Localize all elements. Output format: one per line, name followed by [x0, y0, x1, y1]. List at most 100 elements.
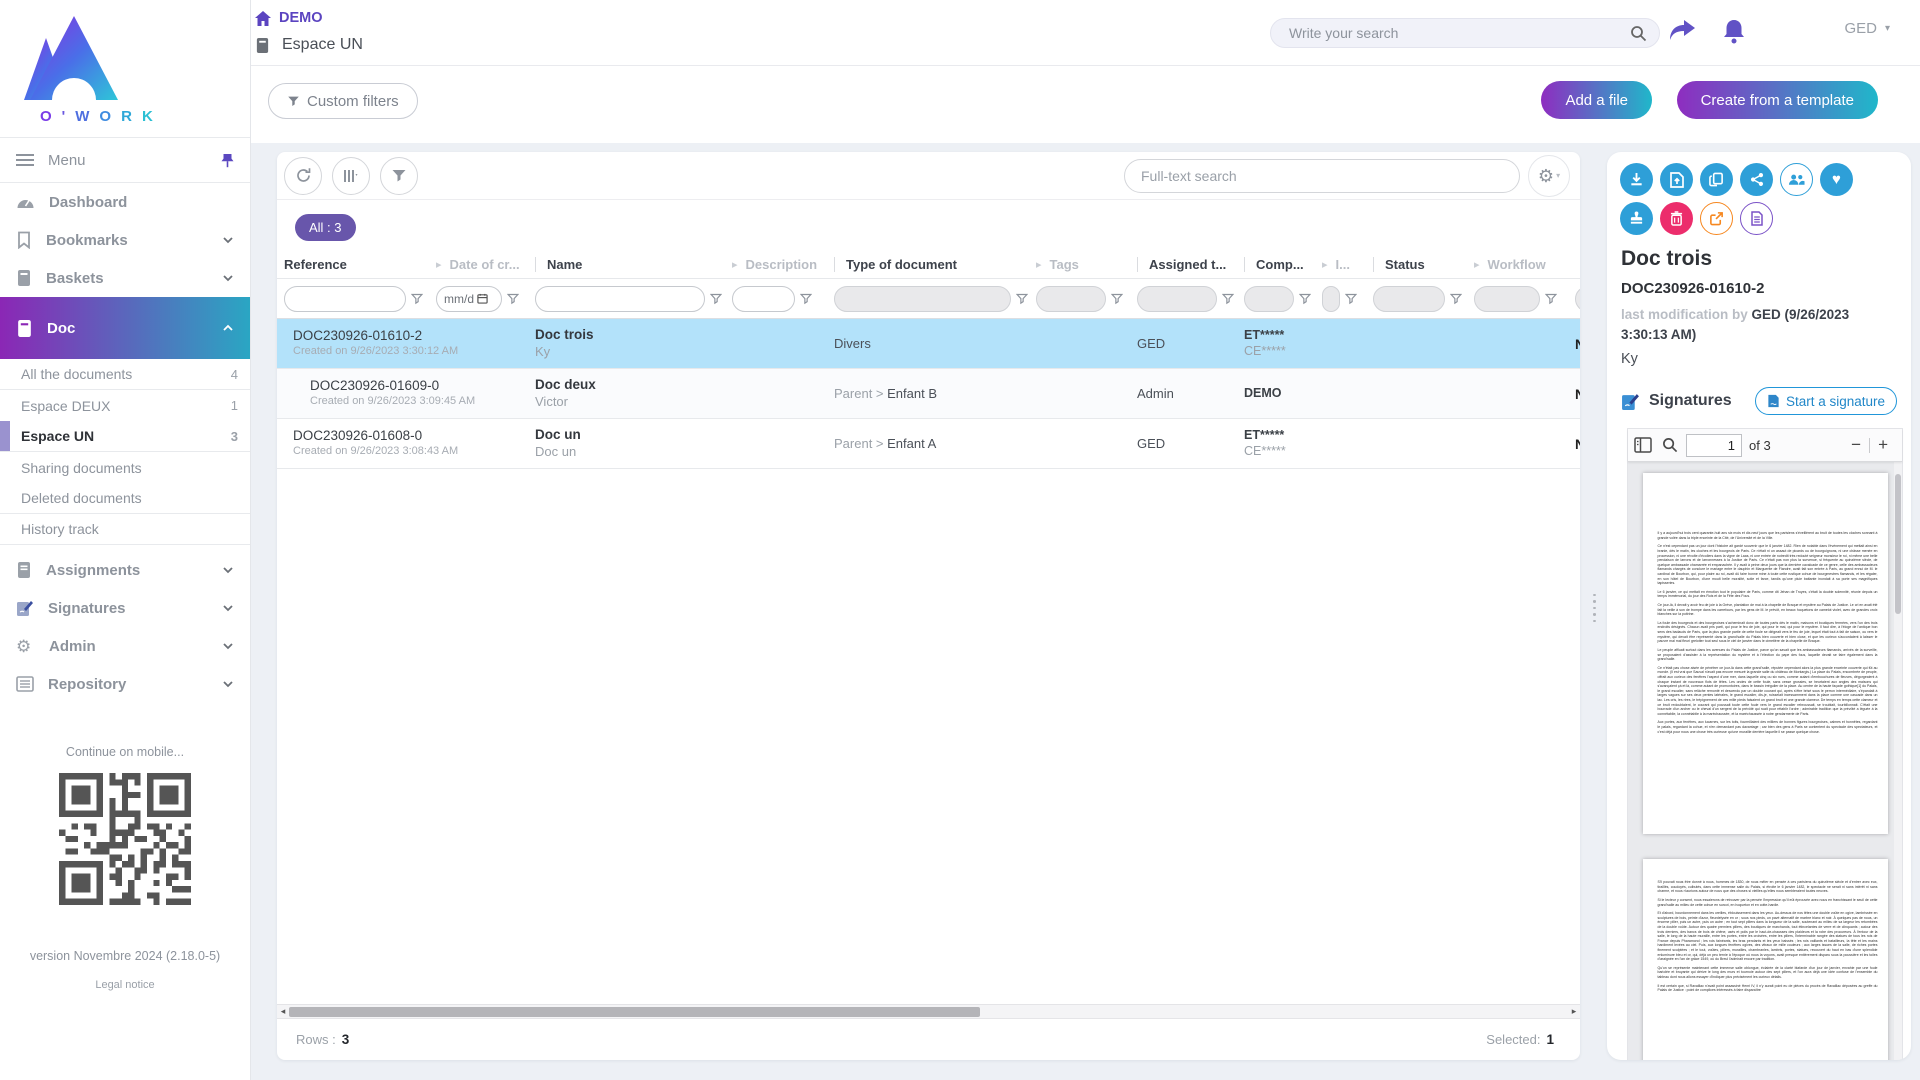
- notifications-button[interactable]: [1722, 18, 1752, 48]
- funnel-icon[interactable]: [1545, 293, 1557, 305]
- pdf-pages-area[interactable]: Il y a aujourd'hui trois cent quarante-h…: [1628, 462, 1902, 1060]
- start-signature-button[interactable]: Start a signature: [1755, 387, 1897, 415]
- column-header-i[interactable]: ▸I...: [1322, 251, 1373, 278]
- funnel-icon[interactable]: [1299, 293, 1311, 305]
- table-settings-button[interactable]: ⚙ ▾: [1528, 155, 1570, 197]
- funnel-icon[interactable]: [411, 293, 423, 305]
- sidebar-item-dashboard[interactable]: Dashboard: [0, 183, 250, 221]
- column-header-type[interactable]: Type of document: [834, 251, 1036, 278]
- pin-icon[interactable]: [221, 153, 234, 168]
- y-filter-select[interactable]: [1575, 286, 1580, 312]
- column-header-date[interactable]: ▸Date of cr...: [436, 251, 535, 278]
- filter-button[interactable]: [380, 157, 418, 195]
- columns-button[interactable]: [332, 157, 370, 195]
- funnel-icon[interactable]: [1222, 293, 1234, 305]
- date-filter-input[interactable]: mm/d: [436, 286, 502, 312]
- sidebar-item-all-documents[interactable]: All the documents 4: [0, 359, 250, 390]
- sidebar-item-baskets[interactable]: Baskets: [0, 259, 250, 297]
- menu-toggle[interactable]: Menu: [0, 137, 250, 183]
- funnel-icon[interactable]: [1111, 293, 1123, 305]
- sidebar-toggle-icon[interactable]: [1634, 437, 1652, 453]
- legal-notice-link[interactable]: Legal notice: [0, 979, 250, 991]
- pdf-vertical-scrollbar[interactable]: [1894, 462, 1902, 1060]
- add-file-button[interactable]: Add a file: [1541, 81, 1652, 119]
- document-preview-button[interactable]: [1740, 202, 1773, 235]
- sidebar-item-doc[interactable]: Doc: [0, 297, 250, 359]
- share-shortcut-button[interactable]: [1668, 18, 1698, 48]
- download-button[interactable]: [1620, 163, 1653, 196]
- book-icon: [255, 37, 270, 54]
- sidebar-item-bookmarks[interactable]: Bookmarks: [0, 221, 250, 259]
- panel-resize-handle[interactable]: [1591, 594, 1597, 622]
- all-count-badge[interactable]: All : 3: [295, 214, 356, 241]
- sidebar-item-sharing-documents[interactable]: Sharing documents: [0, 452, 250, 483]
- column-header-description[interactable]: ▸Description: [732, 251, 834, 278]
- sidebar-item-admin[interactable]: ⚙ Admin: [0, 627, 250, 665]
- zoom-out-button[interactable]: −: [1843, 435, 1869, 455]
- open-external-button[interactable]: [1700, 202, 1733, 235]
- company-filter-select[interactable]: [1244, 286, 1294, 312]
- name-filter-input[interactable]: [536, 287, 704, 311]
- column-header-tags[interactable]: ▸Tags: [1036, 251, 1137, 278]
- column-header-assigned[interactable]: Assigned t...: [1137, 251, 1244, 278]
- user-menu[interactable]: GED ▾: [1844, 20, 1890, 37]
- funnel-icon[interactable]: [507, 293, 519, 305]
- workflow-filter-select[interactable]: [1474, 286, 1540, 312]
- reference-filter-input[interactable]: [285, 287, 405, 311]
- search-icon[interactable]: [1630, 25, 1647, 42]
- pdf-page-1: Il y a aujourd'hui trois cent quarante-h…: [1643, 473, 1888, 834]
- copy-button[interactable]: [1700, 163, 1733, 196]
- global-search[interactable]: [1270, 18, 1660, 48]
- sidebar-item-assignments[interactable]: Assignments: [0, 551, 250, 589]
- type-filter-select[interactable]: [834, 286, 1011, 312]
- share-button[interactable]: [1740, 163, 1773, 196]
- funnel-icon[interactable]: [800, 293, 812, 305]
- refresh-button[interactable]: [284, 157, 322, 195]
- column-header-y[interactable]: Y...: [1575, 251, 1580, 278]
- search-icon[interactable]: [1662, 437, 1678, 453]
- sidebar-item-espace-un[interactable]: Espace UN 3: [0, 421, 250, 452]
- column-header-name[interactable]: Name: [535, 251, 732, 278]
- global-search-input[interactable]: [1289, 25, 1630, 41]
- sidebar-item-signatures[interactable]: Signatures: [0, 589, 250, 627]
- sidebar-item-repository[interactable]: Repository: [0, 665, 250, 703]
- table-horizontal-scrollbar[interactable]: ◂ ▸: [277, 1004, 1580, 1018]
- sidebar-item-deleted-documents[interactable]: Deleted documents: [0, 483, 250, 514]
- i-filter-select[interactable]: [1322, 286, 1340, 312]
- description-filter-input[interactable]: [733, 287, 794, 311]
- sidebar-item-espace-deux[interactable]: Espace DEUX 1: [0, 390, 250, 421]
- column-header-workflow[interactable]: ▸Workflow: [1474, 251, 1575, 278]
- funnel-icon[interactable]: [1450, 293, 1462, 305]
- funnel-icon[interactable]: [710, 293, 722, 305]
- assigned-filter-select[interactable]: [1137, 286, 1217, 312]
- funnel-icon[interactable]: [1345, 293, 1357, 305]
- scroll-right-icon[interactable]: ▸: [1568, 1006, 1580, 1017]
- stamp-button[interactable]: [1620, 202, 1653, 235]
- dashboard-icon: [16, 194, 35, 211]
- sort-arrow-icon: ▸: [436, 258, 442, 271]
- scrollbar-thumb[interactable]: [1895, 474, 1901, 614]
- column-header-reference[interactable]: Reference: [284, 251, 436, 278]
- fulltext-search[interactable]: [1124, 159, 1520, 193]
- upload-version-button[interactable]: [1660, 163, 1693, 196]
- table-row[interactable]: PDF DOC230926-01608-0 Created on 9/26/20…: [277, 419, 1580, 469]
- breadcrumb-home[interactable]: DEMO: [255, 10, 323, 26]
- column-header-status[interactable]: Status: [1373, 251, 1474, 278]
- permissions-button[interactable]: [1780, 163, 1813, 196]
- create-from-template-button[interactable]: Create from a template: [1677, 81, 1878, 119]
- table-row[interactable]: w DOC230926-01609-0 Created on 9/26/2023…: [277, 369, 1580, 419]
- delete-button[interactable]: [1660, 202, 1693, 235]
- favorite-button[interactable]: ♥: [1820, 163, 1853, 196]
- zoom-in-button[interactable]: +: [1870, 435, 1896, 455]
- tags-filter-select[interactable]: [1036, 286, 1106, 312]
- page-number-input[interactable]: [1686, 434, 1742, 457]
- fulltext-search-input[interactable]: [1141, 168, 1503, 184]
- status-filter-select[interactable]: [1373, 286, 1445, 312]
- scroll-left-icon[interactable]: ◂: [277, 1006, 289, 1017]
- sidebar-item-history-track[interactable]: History track: [0, 514, 250, 545]
- column-header-company[interactable]: Comp...: [1244, 251, 1322, 278]
- funnel-icon[interactable]: [1016, 293, 1028, 305]
- scrollbar-thumb[interactable]: [289, 1007, 980, 1017]
- custom-filters-button[interactable]: Custom filters: [268, 83, 418, 119]
- table-row[interactable]: PDF DOC230926-01610-2 Created on 9/26/20…: [277, 319, 1580, 369]
